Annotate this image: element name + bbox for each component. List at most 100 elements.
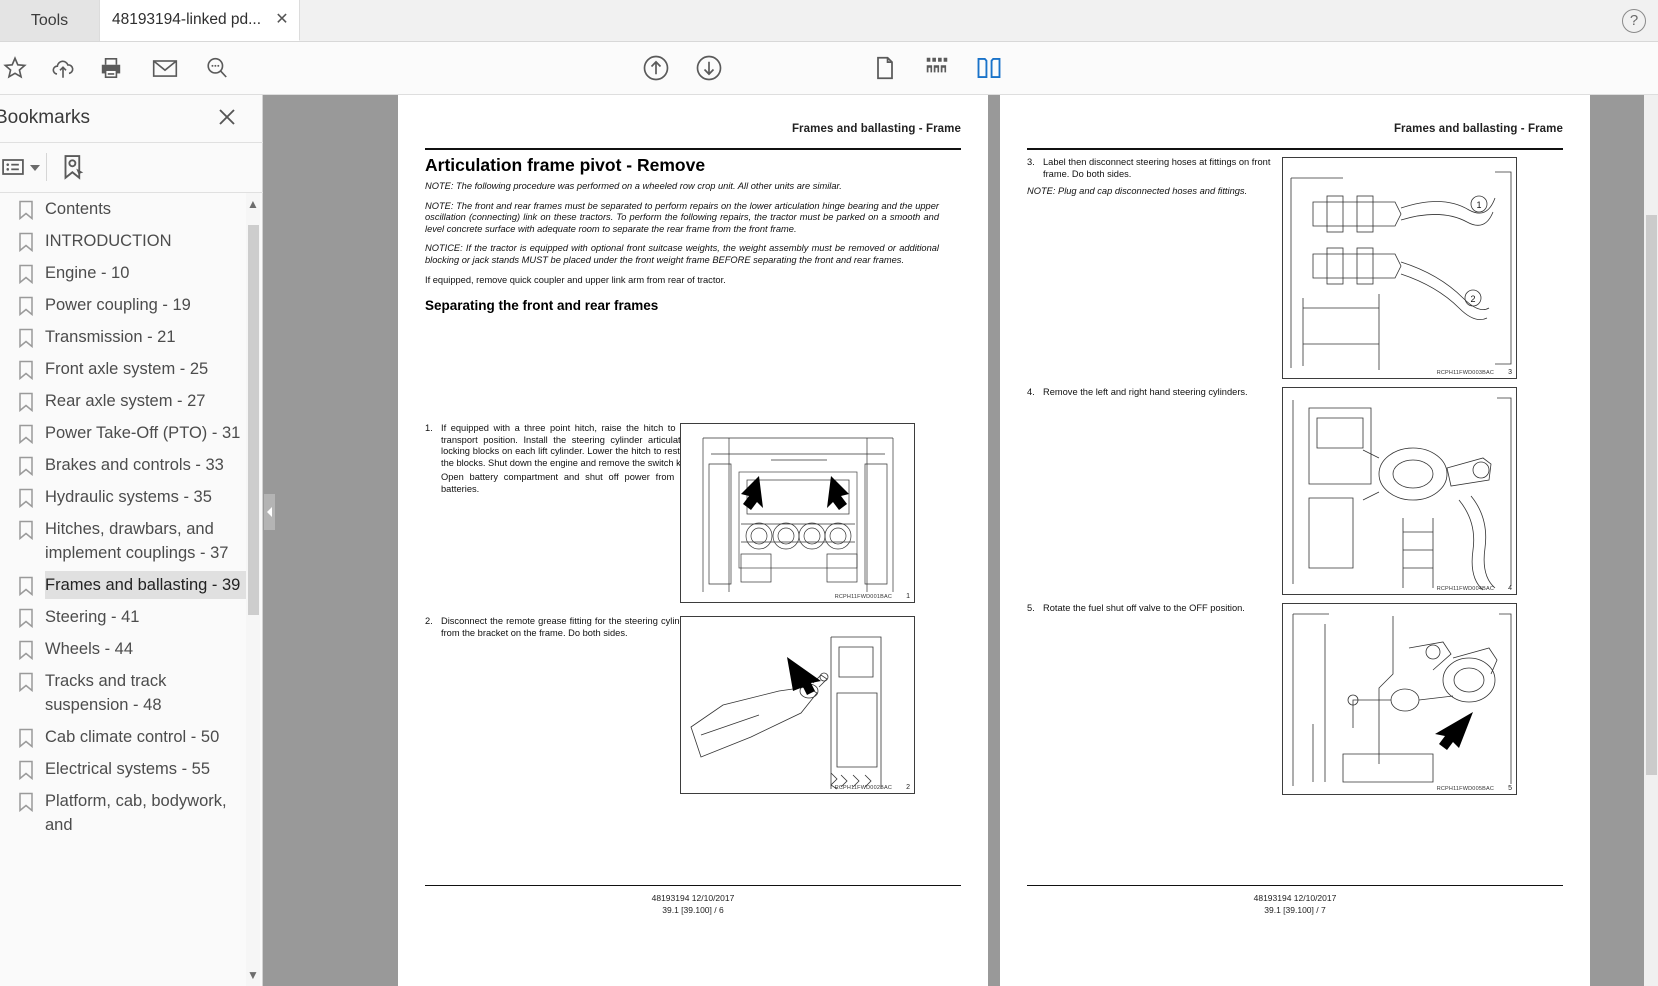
scroll-up-arrow-icon[interactable]: ▲ xyxy=(246,193,260,215)
tab-tools[interactable]: Tools xyxy=(0,0,100,41)
step-2-block: 2. Disconnect the remote grease fitting … xyxy=(425,616,693,642)
pdf-page-right: Frames and ballasting - Frame 3. Label t… xyxy=(1000,95,1590,986)
bookmark-item[interactable]: Transmission - 21 xyxy=(0,321,263,353)
bookmark-item-label: Engine - 10 xyxy=(45,264,130,282)
bookmark-item[interactable]: INTRODUCTION xyxy=(0,225,263,257)
tab-document[interactable]: 48193194-linked pd... ✕ xyxy=(100,0,300,41)
cloud-upload-icon[interactable] xyxy=(48,53,78,83)
step-5-text: Rotate the fuel shut off valve to the OF… xyxy=(1043,603,1245,613)
bookmark-item-label: Wheels - 44 xyxy=(45,640,134,658)
single-page-view-icon[interactable] xyxy=(870,53,900,83)
bookmark-item[interactable]: Front axle system - 25 xyxy=(0,353,263,385)
step-1-extra: Open battery compartment and shut off po… xyxy=(425,472,693,495)
two-page-view-icon[interactable] xyxy=(974,53,1004,83)
note-2: NOTE: The front and rear frames must be … xyxy=(425,200,939,234)
bookmark-icon xyxy=(18,576,34,597)
step-2: 2. Disconnect the remote grease fitting … xyxy=(425,616,693,639)
bookmark-icon xyxy=(18,360,34,381)
page-footer: 48193194 12/10/2017 39.1 [39.100] / 7 xyxy=(1000,892,1590,916)
figure-5: RCPH11FWD005BAC 5 xyxy=(1282,603,1517,795)
page-up-icon[interactable] xyxy=(641,53,671,83)
bookmark-item[interactable]: Hitches, drawbars, and implement couplin… xyxy=(0,513,263,569)
search-icon[interactable] xyxy=(202,53,232,83)
help-icon[interactable]: ? xyxy=(1622,9,1646,33)
bookmark-item-label: Power coupling - 19 xyxy=(45,296,191,314)
figure-4-code: RCPH11FWD004BAC xyxy=(1436,586,1494,592)
viewer-scroll-thumb[interactable] xyxy=(1646,215,1657,775)
bookmark-item[interactable]: Tracks and track suspension - 48 xyxy=(0,665,263,721)
bookmark-icon xyxy=(18,328,34,349)
bookmark-item[interactable]: Platform, cab, bodywork, and xyxy=(0,785,263,841)
bookmark-item[interactable]: Power Take-Off (PTO) - 31 xyxy=(0,417,263,449)
bookmark-item-label: Power Take-Off (PTO) - 31 xyxy=(45,424,241,442)
step-4-text: Remove the left and right hand steering … xyxy=(1043,387,1248,397)
bookmark-item[interactable]: Contents xyxy=(0,193,263,225)
bookmark-item[interactable]: Wheels - 44 xyxy=(0,633,263,665)
bookmark-item[interactable]: Rear axle system - 27 xyxy=(0,385,263,417)
bookmark-item[interactable]: Electrical systems - 55 xyxy=(0,753,263,785)
bookmark-icon xyxy=(18,608,34,629)
bookmark-item-label: Hydraulic systems - 35 xyxy=(45,488,212,506)
bookmark-item[interactable]: Power coupling - 19 xyxy=(0,289,263,321)
step-1: 1. If equipped with a three point hitch,… xyxy=(425,423,693,469)
email-icon[interactable] xyxy=(150,53,180,83)
page-thumbnails-icon[interactable] xyxy=(922,53,952,83)
scroll-down-arrow-icon[interactable]: ▼ xyxy=(246,964,260,986)
bookmark-item-label: Transmission - 21 xyxy=(45,328,176,346)
step-1-number: 1. xyxy=(425,423,433,433)
step-5-number: 5. xyxy=(1027,603,1035,613)
footer-rule xyxy=(1027,884,1563,886)
bookmark-item[interactable]: Frames and ballasting - 39 xyxy=(0,569,263,601)
bookmarks-scroll-thumb[interactable] xyxy=(248,225,259,615)
footer-line-1: 48193194 12/10/2017 xyxy=(1253,893,1337,903)
bookmark-options-icon[interactable] xyxy=(0,153,27,186)
bookmarks-list[interactable]: Contents INTRODUCTION Engine - 10 Power cou… xyxy=(0,193,263,986)
subheading: Separating the front and rear frames xyxy=(425,298,659,314)
note-1: NOTE: The following procedure was perfor… xyxy=(425,181,842,191)
step-1-extra-gutter xyxy=(425,472,441,495)
page-down-icon[interactable] xyxy=(694,53,724,83)
bookmark-item-label: Frames and ballasting - 39 xyxy=(45,576,241,594)
body-paragraph: If equipped, remove quick coupler and up… xyxy=(425,274,726,285)
bookmark-item-label: Brakes and controls - 33 xyxy=(45,456,224,474)
step-3-block: 3. Label then disconnect steering hoses … xyxy=(1027,157,1295,198)
step-3-text: Label then disconnect steering hoses at … xyxy=(1043,157,1271,179)
bookmark-icon xyxy=(18,392,34,413)
figure-4-number: 4 xyxy=(1508,585,1512,592)
bookmarks-title: Bookmarks xyxy=(0,107,91,128)
figure-3-number: 3 xyxy=(1508,369,1512,376)
close-icon[interactable] xyxy=(215,105,239,129)
step-1-extra-text: Open battery compartment and shut off po… xyxy=(441,472,693,494)
bookmark-item[interactable]: Cab climate control - 50 xyxy=(0,721,263,753)
star-icon[interactable] xyxy=(0,53,30,83)
bookmark-item[interactable]: Steering - 41 xyxy=(0,601,263,633)
pdf-viewer: Frames and ballasting - Frame Articulati… xyxy=(263,95,1658,986)
bookmark-icon xyxy=(18,456,34,477)
print-icon[interactable] xyxy=(96,53,126,83)
bookmarks-toolbar xyxy=(0,143,263,193)
bookmark-item[interactable]: Brakes and controls - 33 xyxy=(0,449,263,481)
step-4: 4. Remove the left and right hand steeri… xyxy=(1027,387,1295,399)
chevron-down-icon[interactable] xyxy=(30,165,40,171)
notice-1: NOTICE: If the tractor is equipped with … xyxy=(425,243,939,265)
footer-line-2: 39.1 [39.100] / 7 xyxy=(1264,905,1326,915)
left-page-body: NOTE: The following procedure was perfor… xyxy=(425,181,939,318)
figure-5-number: 5 xyxy=(1508,785,1512,792)
new-bookmark-icon[interactable] xyxy=(58,152,88,187)
bookmark-item[interactable]: Hydraulic systems - 35 xyxy=(0,481,263,513)
viewer-scrollbar[interactable] xyxy=(1644,95,1658,986)
sidebar-collapse-handle[interactable] xyxy=(264,494,275,530)
pdf-page-left: Frames and ballasting - Frame Articulati… xyxy=(398,95,988,986)
svg-text:2: 2 xyxy=(1470,294,1475,304)
bookmarks-scrollbar[interactable]: ▲ ▼ xyxy=(246,193,260,986)
bookmark-item-label: Front axle system - 25 xyxy=(45,360,209,378)
figure-2: RCPH11FWD002BAC 2 xyxy=(680,616,915,794)
bookmark-icon xyxy=(18,488,34,509)
tab-document-label: 48193194-linked pd... xyxy=(111,11,262,28)
bookmark-icon xyxy=(18,424,34,445)
tab-tools-label: Tools xyxy=(30,11,69,29)
bookmark-item-label: INTRODUCTION xyxy=(45,232,172,250)
bookmark-item[interactable]: Engine - 10 xyxy=(0,257,263,289)
close-icon[interactable]: ✕ xyxy=(273,11,291,29)
bookmark-item-label: Tracks and track suspension - 48 xyxy=(45,672,167,714)
